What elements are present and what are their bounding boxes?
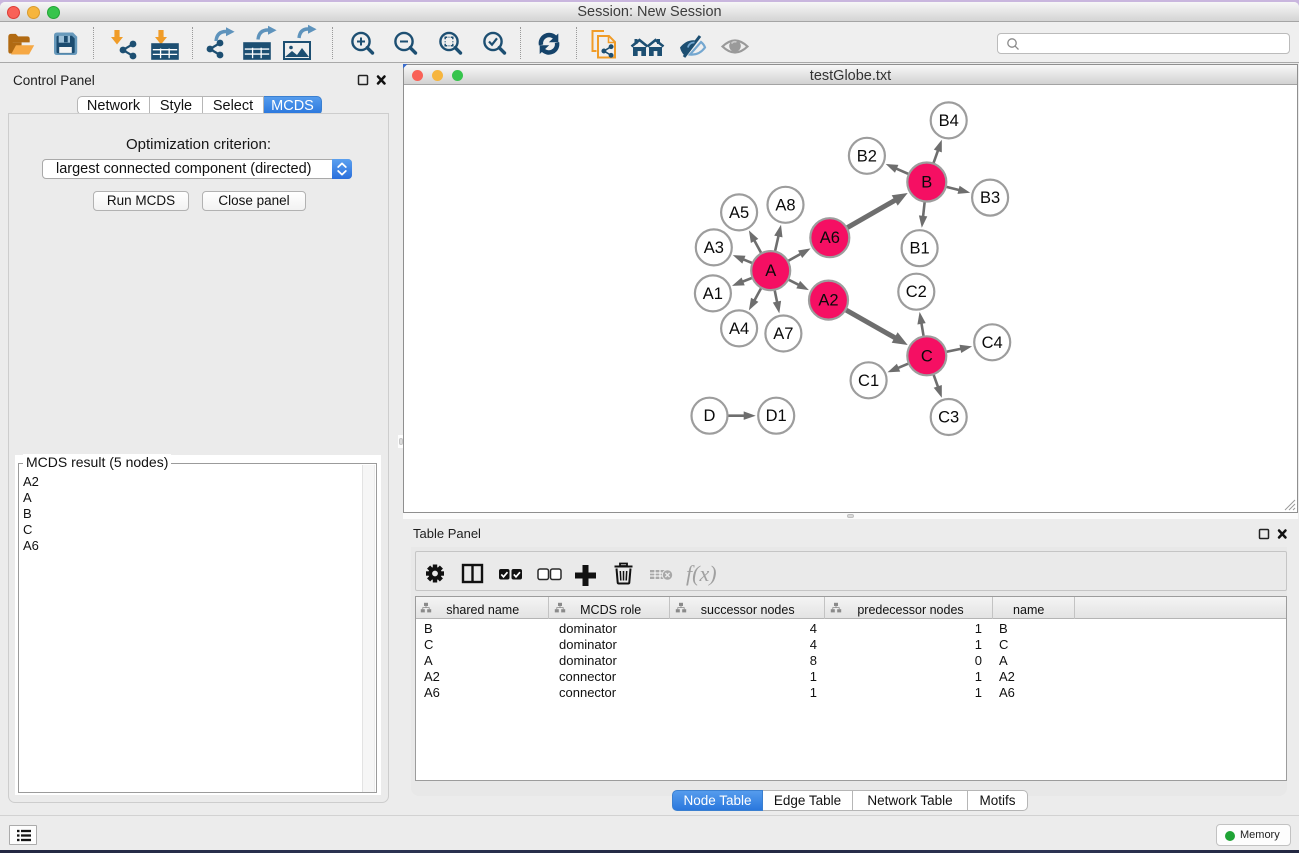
svg-text:f(x): f(x): [686, 561, 717, 586]
svg-text:B: B: [921, 174, 932, 192]
svg-text:D1: D1: [766, 407, 787, 425]
svg-text:A8: A8: [775, 196, 795, 214]
svg-text:C: C: [921, 347, 933, 365]
svg-text:B3: B3: [980, 189, 1000, 207]
svg-text:A5: A5: [729, 204, 749, 222]
svg-text:A6: A6: [820, 229, 840, 247]
svg-text:B4: B4: [939, 112, 959, 130]
svg-text:D: D: [704, 407, 716, 425]
svg-text:C2: C2: [906, 283, 927, 301]
svg-text:C4: C4: [982, 334, 1003, 352]
svg-text:A: A: [765, 262, 776, 280]
svg-text:A7: A7: [773, 325, 793, 343]
svg-text:A2: A2: [818, 292, 838, 310]
svg-text:A4: A4: [729, 320, 749, 338]
svg-text:C1: C1: [858, 372, 879, 390]
svg-text:A1: A1: [703, 285, 723, 303]
svg-text:B1: B1: [910, 240, 930, 258]
svg-text:C3: C3: [938, 409, 959, 427]
svg-text:A3: A3: [704, 239, 724, 257]
svg-text:B2: B2: [857, 147, 877, 165]
